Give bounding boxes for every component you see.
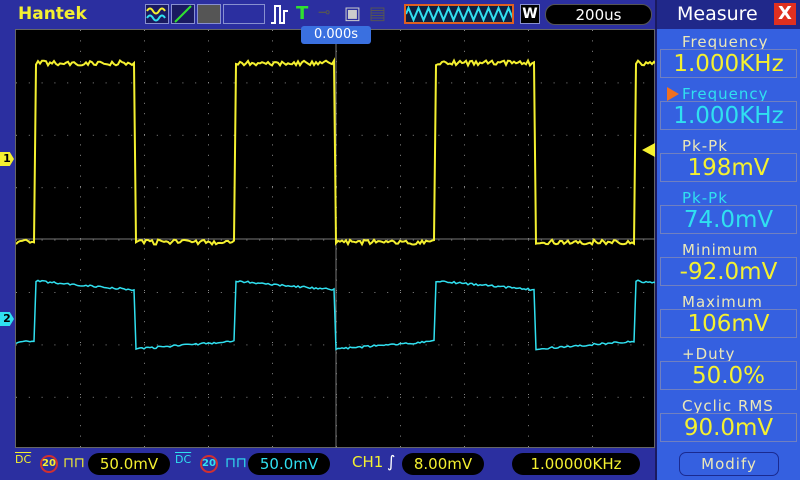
ch1-bw-limit[interactable]: 20: [40, 455, 58, 473]
modify-button[interactable]: Modify: [679, 452, 779, 476]
measure-item[interactable]: Pk-Pk 74.0mV: [657, 185, 800, 237]
ch1-coupling[interactable]: DC: [15, 455, 31, 464]
save-disk-icon[interactable]: ▣: [344, 3, 361, 24]
measure-panel: Measure X Frequency 1.000KHz Frequency 1.000…: [655, 0, 800, 480]
memory-waveform-icon[interactable]: [404, 4, 514, 24]
selected-arrow-icon: [667, 87, 679, 101]
close-icon[interactable]: X: [774, 3, 796, 25]
ch2-probe-icon: ⊓⊓: [225, 455, 247, 471]
measure-value: 1.000KHz: [660, 49, 797, 78]
channel-waves-icon[interactable]: [145, 4, 169, 24]
trigger-frequency: 1.00000KHz: [512, 453, 640, 475]
measure-item[interactable]: Maximum 106mV: [657, 289, 800, 341]
toolbar: Hantek T ⊸ ▣ ▤ W 200us: [0, 0, 655, 29]
waveform-display[interactable]: 0.000s: [15, 29, 655, 448]
measure-value: 50.0%: [660, 361, 797, 390]
measure-value: 198mV: [660, 153, 797, 182]
ch2-level-marker[interactable]: 2: [0, 312, 14, 326]
trigger-level-marker[interactable]: [642, 143, 655, 157]
trigger-t-icon[interactable]: T: [296, 3, 308, 24]
ch2-coupling[interactable]: DC: [175, 455, 191, 464]
trigger-source[interactable]: CH1: [352, 453, 383, 471]
measure-value: 106mV: [660, 309, 797, 338]
measure-item[interactable]: Cyclic RMS 90.0mV: [657, 393, 800, 445]
ch1-scale[interactable]: 50.0mV: [88, 453, 170, 475]
blank-slot: [223, 4, 265, 24]
brand-logo: Hantek: [18, 4, 87, 24]
status-bar: DC 20 ⊓⊓ 50.0mV DC 20 ⊓⊓ 50.0mV CH1 ∫ 8.…: [0, 448, 655, 480]
ch1-level-marker[interactable]: 1: [0, 152, 14, 166]
measure-value: 90.0mV: [660, 413, 797, 442]
measure-value: -92.0mV: [660, 257, 797, 286]
measure-title: Measure: [677, 3, 758, 25]
math-icon[interactable]: [197, 4, 221, 24]
ch2-bw-limit[interactable]: 20: [200, 455, 218, 473]
key-icon: ⊸: [318, 3, 331, 21]
trigger-position-label: 0.000s: [301, 26, 371, 44]
measure-item[interactable]: Minimum -92.0mV: [657, 237, 800, 289]
measure-item[interactable]: Frequency 1.000KHz: [657, 29, 800, 81]
trigger-level[interactable]: 8.00mV: [402, 453, 484, 475]
run-pulse-icon[interactable]: [270, 3, 290, 29]
rising-edge-icon: ∫: [387, 452, 395, 471]
measure-item[interactable]: Frequency 1.000KHz: [657, 81, 800, 133]
measure-item[interactable]: +Duty 50.0%: [657, 341, 800, 393]
ch2-scale[interactable]: 50.0mV: [248, 453, 330, 475]
measure-item[interactable]: Pk-Pk 198mV: [657, 133, 800, 185]
cursor-line-icon[interactable]: [171, 4, 195, 24]
measure-value: 1.000KHz: [660, 101, 797, 130]
ch1-probe-icon: ⊓⊓: [63, 455, 85, 471]
mode-indicator: W: [520, 4, 540, 24]
timebase-display[interactable]: 200us: [545, 4, 652, 25]
waveform-grid: [16, 30, 656, 449]
measure-value: 74.0mV: [660, 205, 797, 234]
printer-icon: ▤: [369, 3, 386, 24]
